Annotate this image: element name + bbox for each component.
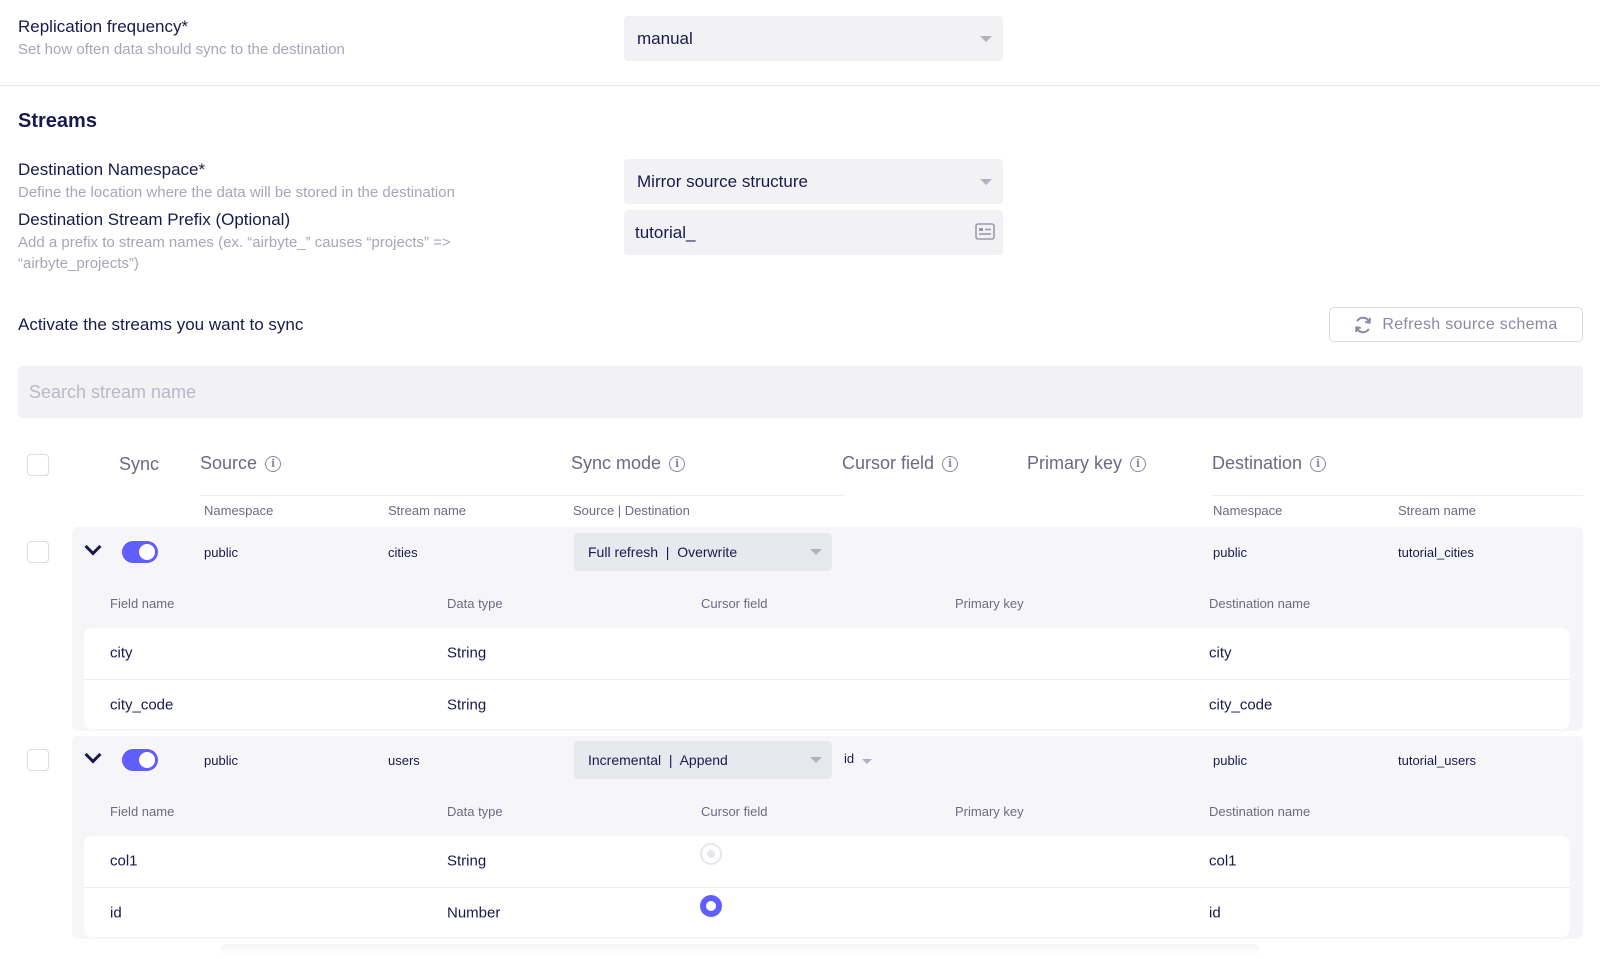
info-icon[interactable]: i	[1130, 455, 1147, 472]
source-destination-subheader: Source | Destination	[573, 503, 690, 518]
field-dest-name: id	[1209, 904, 1221, 921]
prefix-input-value: tutorial_	[635, 222, 696, 242]
sync-toggle-users[interactable]	[122, 749, 158, 771]
activate-streams-label: Activate the streams you want to sync	[18, 315, 304, 334]
sync-mode-value: Incremental | Append	[588, 752, 728, 768]
field-type: String	[447, 696, 487, 713]
prefix-description: Add a prefix to stream names (ex. “airby…	[18, 234, 451, 272]
replication-description: Set how often data should sync to the de…	[18, 41, 345, 58]
namespace-select-value: Mirror source structure	[637, 171, 808, 191]
dest-namespace-subheader: Namespace	[1213, 503, 1283, 518]
table-row: col1 String col1	[84, 836, 1570, 886]
cursor-radio-selected[interactable]	[700, 895, 722, 917]
field-table-cities: city String city city_code String city_c…	[84, 628, 1570, 729]
primary-key-header-label: Primary key	[1027, 453, 1123, 473]
cursor-field-value: id	[844, 751, 855, 766]
cursor-radio[interactable]	[700, 843, 722, 865]
info-icon[interactable]: i	[942, 455, 959, 472]
caret-down-icon	[810, 757, 822, 763]
select-all-checkbox[interactable]	[27, 454, 49, 476]
cursor-field-col-header: Cursor field	[701, 804, 768, 819]
field-type: String	[447, 644, 487, 662]
data-type-header: Data type	[447, 596, 503, 611]
replication-label: Replication frequency*	[18, 17, 189, 36]
table-row: city_code String city_code	[84, 679, 1570, 729]
caret-down-icon	[862, 758, 873, 764]
field-name: id	[110, 904, 122, 921]
caret-down-icon	[810, 549, 822, 555]
section-divider	[0, 85, 1600, 86]
sync-mode-select-users[interactable]: Incremental | Append	[574, 741, 832, 779]
sync-toggle-cities[interactable]	[122, 541, 158, 563]
refresh-schema-label: Refresh source schema	[1382, 315, 1558, 333]
info-icon[interactable]: i	[669, 455, 686, 472]
destination-header: Destination i	[1212, 453, 1327, 474]
sync-header: Sync	[119, 454, 159, 475]
destination-name-header: Destination name	[1209, 596, 1311, 611]
dest-namespace: public	[1213, 753, 1247, 768]
stream-namespace: public	[204, 753, 238, 768]
cursor-field-col-header: Cursor field	[701, 596, 768, 611]
table-row: city String city	[84, 628, 1570, 678]
field-type: Number	[447, 904, 501, 921]
text-field-icon	[975, 223, 995, 240]
destination-header-label: Destination	[1212, 453, 1303, 473]
field-name-header: Field name	[110, 804, 175, 819]
sync-mode-select-cities[interactable]: Full refresh | Overwrite	[574, 533, 832, 571]
header-divider-right	[1212, 495, 1583, 496]
field-name: city	[110, 644, 133, 662]
field-name: city_code	[110, 696, 174, 713]
primary-key-col-header: Primary key	[955, 596, 1024, 611]
field-table-users: col1 String col1 id Number id	[84, 836, 1570, 937]
destination-namespace-select[interactable]: Mirror source structure	[624, 159, 1003, 204]
stream-name-subheader: Stream name	[388, 503, 467, 518]
info-icon[interactable]: i	[265, 455, 282, 472]
stream-name: cities	[388, 545, 418, 560]
header-divider-left	[200, 495, 845, 496]
field-type: String	[447, 852, 487, 870]
dest-stream-name: tutorial_cities	[1398, 545, 1474, 560]
cursor-field-header: Cursor field i	[842, 453, 959, 474]
refresh-icon	[1355, 316, 1372, 333]
primary-key-col-header: Primary key	[955, 804, 1024, 819]
field-dest-name: city	[1209, 644, 1232, 662]
field-dest-name: col1	[1209, 852, 1237, 870]
namespace-subheader: Namespace	[204, 503, 274, 518]
stream-namespace: public	[204, 545, 238, 560]
stream-checkbox-cities[interactable]	[27, 541, 49, 563]
field-name-header: Field name	[110, 596, 175, 611]
bottom-shadow	[220, 944, 1260, 956]
cursor-field-select-users[interactable]: id	[844, 751, 873, 766]
namespace-label: Destination Namespace*	[18, 160, 206, 179]
replication-frequency-select[interactable]: manual	[624, 16, 1003, 61]
destination-name-header: Destination name	[1209, 804, 1311, 819]
field-dest-name: city_code	[1209, 696, 1273, 713]
sync-mode-header-label: Sync mode	[571, 453, 662, 473]
sync-mode-header: Sync mode i	[571, 453, 686, 474]
streams-title: Streams	[18, 110, 97, 132]
refresh-schema-button[interactable]: Refresh source schema	[1329, 307, 1583, 342]
caret-down-icon	[980, 179, 992, 185]
replication-frequency-value: manual	[637, 28, 693, 48]
stream-search-input[interactable]	[18, 366, 1583, 418]
table-row: id Number id	[84, 887, 1570, 937]
caret-down-icon	[980, 36, 992, 42]
source-header-label: Source	[200, 453, 258, 473]
primary-key-header: Primary key i	[1027, 453, 1147, 474]
sync-header-label: Sync	[119, 454, 160, 474]
dest-namespace: public	[1213, 545, 1247, 560]
stream-prefix-input[interactable]: tutorial_	[624, 210, 1003, 255]
info-icon[interactable]: i	[1310, 455, 1327, 472]
prefix-label: Destination Stream Prefix (Optional)	[18, 210, 291, 229]
dest-stream-name-subheader: Stream name	[1398, 503, 1477, 518]
namespace-description: Define the location where the data will …	[18, 184, 455, 201]
data-type-header: Data type	[447, 804, 503, 819]
sync-mode-value: Full refresh | Overwrite	[588, 544, 738, 560]
source-header: Source i	[200, 453, 282, 474]
dest-stream-name: tutorial_users	[1398, 753, 1477, 768]
cursor-field-header-label: Cursor field	[842, 453, 935, 473]
stream-checkbox-users[interactable]	[27, 749, 49, 771]
field-name: col1	[110, 852, 138, 870]
stream-name: users	[388, 753, 420, 768]
